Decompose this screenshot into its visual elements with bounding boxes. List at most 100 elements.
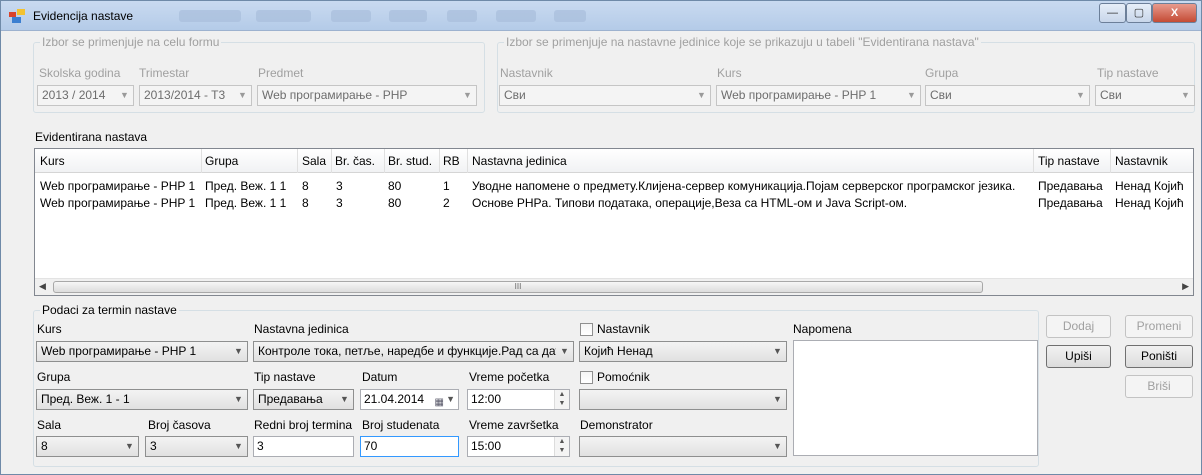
spinner-icon[interactable]: ▲ ▼ xyxy=(554,390,569,409)
teacher-checkbox[interactable] xyxy=(580,323,593,336)
cell-course: Web програмирање - PHP 1 xyxy=(40,196,196,210)
chevron-down-icon: ▼ xyxy=(773,346,782,356)
filter-group-select[interactable]: Сви ▼ xyxy=(925,85,1090,106)
cell-teacher: Ненад Којић xyxy=(1115,196,1184,210)
change-button[interactable]: Promeni xyxy=(1125,315,1193,338)
scroll-right-icon[interactable]: ▶ xyxy=(1182,281,1189,292)
cell-class-type: Предавања xyxy=(1038,196,1103,210)
column-header-course[interactable]: Kurs xyxy=(40,154,200,168)
cell-teaching-unit: Основе PHPа. Типови података, операције,… xyxy=(472,196,908,210)
chevron-down-icon: ▼ xyxy=(773,441,782,451)
cell-students: 80 xyxy=(388,179,402,193)
chevron-down-icon: ▼ xyxy=(1076,90,1085,100)
note-label: Napomena xyxy=(793,322,852,336)
chevron-down-icon: ▼ xyxy=(697,90,706,100)
title-bar: Evidencija nastave — ▢ X xyxy=(1,1,1201,31)
column-header-group[interactable]: Grupa xyxy=(205,154,293,168)
cancel-button[interactable]: Poništi xyxy=(1125,345,1193,368)
trimester-select[interactable]: 2013/2014 - T3 ▼ xyxy=(139,85,252,106)
filter-teacher-select[interactable]: Сви ▼ xyxy=(499,85,711,106)
minimize-button[interactable]: — xyxy=(1099,3,1126,23)
cell-room: 8 xyxy=(302,196,309,210)
blurred-menu xyxy=(256,10,311,22)
demonstrator-select[interactable]: ▼ xyxy=(579,436,787,457)
column-header-rb[interactable]: RB xyxy=(443,154,467,168)
form-filter-legend: Izbor se primenjuje na celu formu xyxy=(42,35,220,49)
group-select[interactable]: Пред. Веж. 1 - 1 ▼ xyxy=(36,389,248,410)
school-year-select[interactable]: 2013 / 2014 ▼ xyxy=(37,85,134,106)
scroll-left-icon[interactable]: ◀ xyxy=(39,281,46,292)
group-label: Grupa xyxy=(37,370,71,384)
subject-select[interactable]: Web програмирање - PHP ▼ xyxy=(257,85,477,106)
date-label: Datum xyxy=(362,370,398,384)
chevron-down-icon[interactable]: ▼ xyxy=(446,390,455,409)
window-title: Evidencija nastave xyxy=(33,9,134,23)
spinner-icon[interactable]: ▲ ▼ xyxy=(554,437,569,456)
hours-label: Broj časova xyxy=(148,418,211,432)
assistant-select[interactable]: ▼ xyxy=(579,389,787,410)
delete-button[interactable]: Briši xyxy=(1125,375,1193,398)
column-header-teaching-unit[interactable]: Nastavna jedinica xyxy=(472,154,1032,168)
chevron-down-icon: ▼ xyxy=(907,90,916,100)
term-number-label: Redni broj termina xyxy=(254,418,353,432)
cell-teaching-unit: Уводне напомене о предмету.Клијена-серве… xyxy=(472,179,1016,193)
chevron-down-icon: ▼ xyxy=(560,346,569,356)
filter-teacher-label: Nastavnik xyxy=(500,66,553,80)
date-picker[interactable]: 21.04.2014 ▦ ▼ xyxy=(360,389,459,410)
cell-group: Пред. Веж. 1 1 xyxy=(205,196,287,210)
teacher-label: Nastavnik xyxy=(597,322,650,336)
start-time-label: Vreme početka xyxy=(469,370,550,384)
cell-students: 80 xyxy=(388,196,402,210)
subject-label: Predmet xyxy=(258,66,304,80)
cell-room: 8 xyxy=(302,179,309,193)
horizontal-scrollbar[interactable]: ◀ III ▶ xyxy=(35,278,1193,295)
cell-class-type: Предавања xyxy=(1038,179,1103,193)
assistant-checkbox[interactable] xyxy=(580,371,593,384)
filter-class-type-label: Tip nastave xyxy=(1097,66,1159,80)
cell-rb: 1 xyxy=(443,179,450,193)
column-header-room[interactable]: Sala xyxy=(302,154,332,168)
students-input[interactable]: 70 xyxy=(360,436,459,457)
column-header-students[interactable]: Br. stud. xyxy=(388,154,440,168)
term-number-input[interactable]: 3 xyxy=(253,436,354,457)
course-select[interactable]: Web програмирање - PHP 1 ▼ xyxy=(36,341,248,362)
filter-course-select[interactable]: Web програмирање - PHP 1 ▼ xyxy=(716,85,921,106)
column-header-teacher[interactable]: Nastavnik xyxy=(1115,154,1193,168)
main-window: Evidencija nastave — ▢ X Izbor se primen… xyxy=(0,0,1202,475)
end-time-stepper[interactable]: 15:00 ▲ ▼ xyxy=(467,436,570,457)
assistant-label: Pomoćnik xyxy=(597,370,650,384)
note-textarea[interactable] xyxy=(793,340,1038,456)
course-label: Kurs xyxy=(37,322,62,336)
write-button[interactable]: Upiši xyxy=(1046,345,1111,368)
school-year-label: Skolska godina xyxy=(39,66,121,80)
teaching-unit-select[interactable]: Контроле тока, петље, наредбе и функције… xyxy=(253,341,574,362)
grid-title: Evidentirana nastava xyxy=(35,130,148,144)
calendar-icon[interactable]: ▦ xyxy=(435,393,444,412)
teacher-select[interactable]: Којић Ненад ▼ xyxy=(579,341,787,362)
add-button[interactable]: Dodaj xyxy=(1046,315,1111,338)
end-time-label: Vreme završetka xyxy=(469,418,559,432)
lessons-grid[interactable]: Kurs Grupa Sala Br. čas. Br. stud. RB Na… xyxy=(34,148,1194,296)
cell-group: Пред. Веж. 1 1 xyxy=(205,179,287,193)
chevron-down-icon: ▼ xyxy=(234,394,243,404)
maximize-button[interactable]: ▢ xyxy=(1126,3,1152,23)
students-label: Broj studenata xyxy=(362,418,440,432)
column-header-hours[interactable]: Br. čas. xyxy=(335,154,385,168)
chevron-down-icon: ▼ xyxy=(234,441,243,451)
class-type-select[interactable]: Предавања ▼ xyxy=(253,389,354,410)
column-header-class-type[interactable]: Tip nastave xyxy=(1038,154,1110,168)
room-select[interactable]: 8 ▼ xyxy=(36,436,139,457)
chevron-down-icon: ▼ xyxy=(120,90,129,100)
start-time-stepper[interactable]: 12:00 ▲ ▼ xyxy=(467,389,570,410)
blurred-menu xyxy=(389,10,427,22)
filter-group-label: Grupa xyxy=(925,66,959,80)
filter-class-type-select[interactable]: Сви ▼ xyxy=(1095,85,1195,106)
chevron-down-icon: ▼ xyxy=(238,90,247,100)
filter-course-label: Kurs xyxy=(717,66,742,80)
close-button[interactable]: X xyxy=(1152,3,1197,23)
hours-select[interactable]: 3 ▼ xyxy=(145,436,248,457)
demonstrator-label: Demonstrator xyxy=(580,418,653,432)
blurred-menu xyxy=(331,10,371,22)
class-type-label: Tip nastave xyxy=(254,370,316,384)
scrollbar-thumb[interactable]: III xyxy=(53,281,983,293)
